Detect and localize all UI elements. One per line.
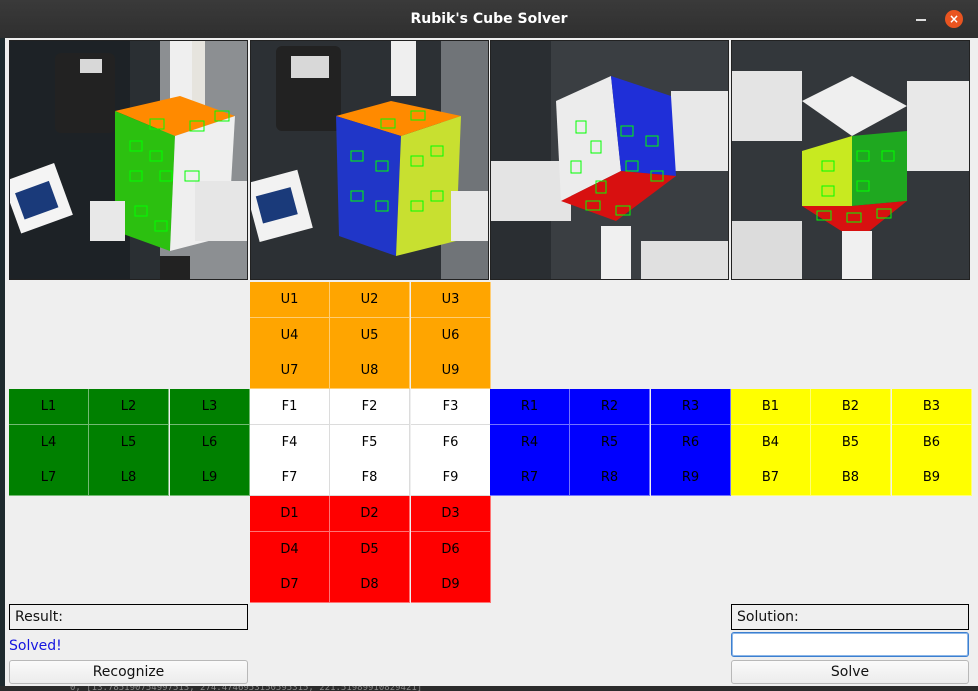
camera-view-2 xyxy=(250,40,489,280)
facelet-f5: F5 xyxy=(330,425,410,461)
facelet-l2: L2 xyxy=(89,389,169,425)
facelet-l6: L6 xyxy=(170,425,250,461)
facelet-f2: F2 xyxy=(330,389,410,425)
facelet-l8: L8 xyxy=(89,460,169,496)
facelet-d5: D5 xyxy=(330,532,410,568)
facelet-l1: L1 xyxy=(9,389,89,425)
facelet-b1: B1 xyxy=(731,389,811,425)
facelet-r1: R1 xyxy=(490,389,570,425)
solution-label: Solution: xyxy=(731,604,969,630)
facelet-u9: U9 xyxy=(411,353,491,389)
facelet-u1: U1 xyxy=(250,282,330,318)
facelet-r2: R2 xyxy=(570,389,650,425)
facelet-b8: B8 xyxy=(811,460,891,496)
facelet-r6: R6 xyxy=(651,425,731,461)
minimize-icon[interactable] xyxy=(912,10,930,28)
facelet-b4: B4 xyxy=(731,425,811,461)
window-title: Rubik's Cube Solver xyxy=(410,11,568,27)
facelet-d1: D1 xyxy=(250,496,330,532)
facelet-d9: D9 xyxy=(411,567,491,603)
facelet-u7: U7 xyxy=(250,353,330,389)
facelet-f4: F4 xyxy=(250,425,330,461)
result-label: Result: xyxy=(9,604,248,630)
facelet-u2: U2 xyxy=(330,282,410,318)
camera-view-3 xyxy=(490,40,729,280)
facelet-f6: F6 xyxy=(411,425,491,461)
facelet-b6: B6 xyxy=(892,425,972,461)
desktop-edge xyxy=(0,38,5,691)
facelet-d3: D3 xyxy=(411,496,491,532)
facelet-l3: L3 xyxy=(170,389,250,425)
facelet-f7: F7 xyxy=(250,460,330,496)
facelet-b2: B2 xyxy=(811,389,891,425)
camera-view-4 xyxy=(731,40,970,280)
facelet-r3: R3 xyxy=(651,389,731,425)
facelet-b7: B7 xyxy=(731,460,811,496)
facelet-d8: D8 xyxy=(330,567,410,603)
facelet-d6: D6 xyxy=(411,532,491,568)
facelet-d7: D7 xyxy=(250,567,330,603)
facelet-u5: U5 xyxy=(330,318,410,354)
camera-view-1 xyxy=(9,40,248,280)
facelet-u6: U6 xyxy=(411,318,491,354)
facelet-u8: U8 xyxy=(330,353,410,389)
facelet-l4: L4 xyxy=(9,425,89,461)
facelet-r4: R4 xyxy=(490,425,570,461)
facelet-b9: B9 xyxy=(892,460,972,496)
facelet-f8: F8 xyxy=(330,460,410,496)
facelet-l9: L9 xyxy=(170,460,250,496)
facelet-r9: R9 xyxy=(651,460,731,496)
facelet-u3: U3 xyxy=(411,282,491,318)
facelet-r7: R7 xyxy=(490,460,570,496)
close-icon[interactable]: × xyxy=(945,10,963,28)
facelet-d2: D2 xyxy=(330,496,410,532)
title-bar: Rubik's Cube Solver × xyxy=(0,0,978,38)
facelet-d4: D4 xyxy=(250,532,330,568)
facelet-r5: R5 xyxy=(570,425,650,461)
facelet-b3: B3 xyxy=(892,389,972,425)
background-terminal-text: 0, [13.785190754997513, 274.474695315059… xyxy=(0,686,978,691)
recognize-button[interactable]: Recognize xyxy=(9,660,248,684)
app-window: Rubik's Cube Solver × U1 U2 U3 U4 U5 U6 … xyxy=(0,0,978,691)
facelet-l7: L7 xyxy=(9,460,89,496)
facelet-b5: B5 xyxy=(811,425,891,461)
facelet-r8: R8 xyxy=(570,460,650,496)
facelet-f1: F1 xyxy=(250,389,330,425)
facelet-l5: L5 xyxy=(89,425,169,461)
solution-input[interactable] xyxy=(731,632,969,657)
solve-button[interactable]: Solve xyxy=(731,660,969,684)
facelet-f9: F9 xyxy=(411,460,491,496)
facelet-u4: U4 xyxy=(250,318,330,354)
result-status: Solved! xyxy=(9,638,62,654)
facelet-f3: F3 xyxy=(411,389,491,425)
